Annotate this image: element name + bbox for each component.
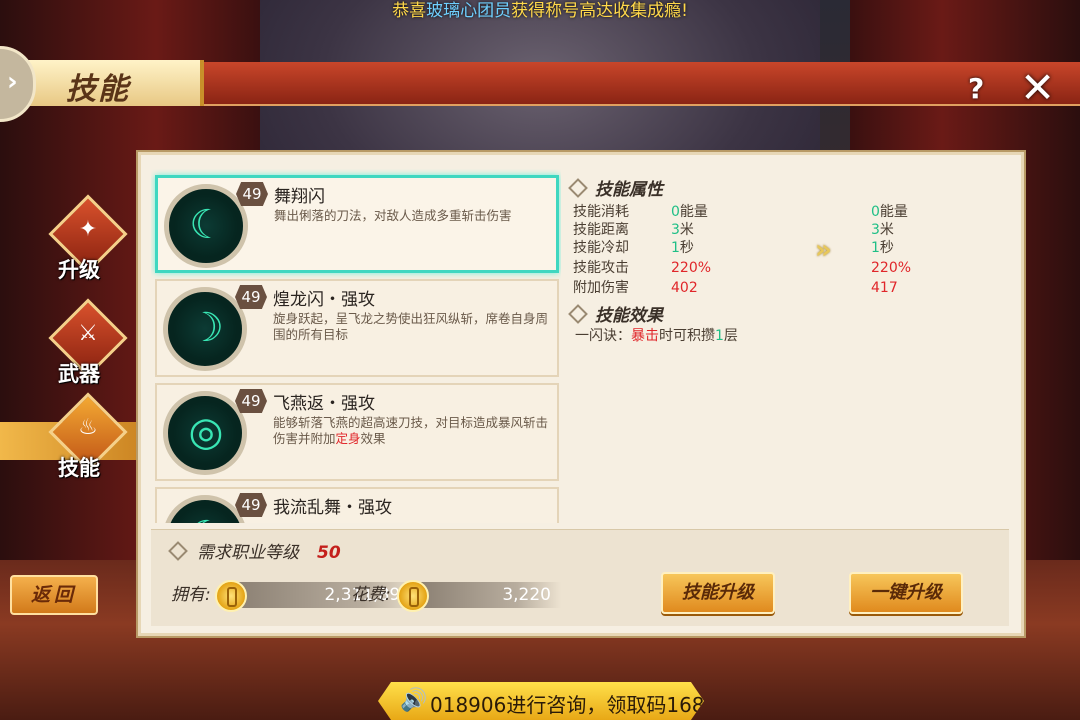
sidebar-item-label: 技能 — [58, 456, 100, 480]
sidebar-item-skill[interactable]: ♨ 技能 — [0, 392, 170, 494]
diamond-icon — [568, 304, 588, 324]
skill-name: 飞燕返・强攻 — [273, 394, 375, 414]
sidebar-item-upgrade[interactable]: ✦ 升级 — [40, 194, 140, 296]
skill-item[interactable]: ☽ 49 煌龙闪・强攻 旋身跃起，呈飞龙之势使出狂风纵斩，席卷自身周围的所有目标 — [155, 279, 559, 377]
skill-level-badge: 49 — [235, 389, 267, 413]
announcement-player-name[interactable]: 玻璃心团员 — [426, 1, 511, 21]
sidebar-item-weapon[interactable]: ⚔ 武器 — [40, 298, 140, 400]
sidebar-item-label: 武器 — [58, 362, 100, 386]
upgrade-arrow-icon: » — [815, 235, 832, 265]
skill-level-badge: 49 — [235, 285, 267, 309]
skill-desc: 能够斩落飞燕的超高速刀技，对目标造成暴风斩击伤害并附加定身效果 — [273, 415, 549, 446]
skill-name: 我流乱舞・强攻 — [273, 498, 392, 518]
diamond-icon — [568, 178, 588, 198]
upgrade-all-button[interactable]: 一键升级 — [849, 572, 963, 614]
attr-section-title: 技能属性 — [568, 175, 663, 200]
gold-coin-icon — [397, 580, 429, 612]
page-title: 技能 — [66, 72, 130, 107]
owned-currency: 拥有: — [171, 585, 211, 605]
sidebar-item-label: 升级 — [58, 258, 100, 282]
skill-level-badge: 49 — [235, 493, 267, 517]
return-button[interactable]: 返回 — [10, 575, 98, 615]
close-button[interactable]: ✕ — [1020, 66, 1064, 110]
owned-amount: 2,311,896 — [231, 582, 421, 608]
skill-crescent-icon: ☽ — [163, 287, 247, 371]
skill-upgrade-button[interactable]: 技能升级 — [661, 572, 775, 614]
skill-panel: ☾ 49 舞翔闪 舞出俐落的刀法，对敌人造成多重斩击伤害 ☽ 49 煌龙闪・强攻… — [138, 152, 1024, 636]
skill-sword-icon: ☾ — [164, 184, 248, 268]
skill-desc: 旋身跃起，呈飞龙之势使出狂风纵斩，席卷自身周围的所有目标 — [273, 311, 549, 342]
skill-effect-text: 一闪诀：暴击时可积攒1层 — [575, 328, 738, 344]
skill-name: 煌龙闪・强攻 — [273, 290, 375, 310]
skill-whirlwind-icon: ◎ — [163, 391, 247, 475]
help-button[interactable]: ? — [968, 72, 996, 105]
effect-section-title: 技能效果 — [568, 301, 663, 326]
cost-amount: 3,220 — [415, 582, 561, 608]
skill-slash-icon: ☾ — [163, 495, 247, 523]
skill-item[interactable]: ◎ 49 飞燕返・强攻 能够斩落飞燕的超高速刀技，对目标造成暴风斩击伤害并附加定… — [155, 383, 559, 481]
upgrade-footer: 需求职业等级 50 拥有: 2,311,896 花费: 3,220 技能升级 一键… — [151, 529, 1009, 626]
notice-text: 018906进行咨询，领取码168 — [430, 693, 705, 717]
skill-list[interactable]: ☾ 49 舞翔闪 舞出俐落的刀法，对敌人造成多重斩击伤害 ☽ 49 煌龙闪・强攻… — [151, 169, 561, 523]
gold-coin-icon — [215, 580, 247, 612]
skill-level-badge: 49 — [236, 182, 268, 206]
skill-name: 舞翔闪 — [274, 187, 325, 207]
chevron-right-icon: › — [7, 67, 18, 97]
required-level: 需求职业等级 50 — [168, 538, 341, 563]
cost-currency: 花费: — [351, 585, 391, 605]
speaker-icon: 🔊 — [400, 688, 428, 713]
skill-item[interactable]: ☾ 49 我流乱舞・强攻 — [155, 487, 559, 523]
notice-banner[interactable]: 🔊 018906进行咨询，领取码168 — [378, 682, 704, 720]
skill-item[interactable]: ☾ 49 舞翔闪 舞出俐落的刀法，对敌人造成多重斩击伤害 — [155, 175, 559, 273]
skill-desc: 舞出俐落的刀法，对敌人造成多重斩击伤害 — [274, 208, 512, 223]
diamond-icon — [168, 541, 188, 561]
system-announcement: 恭喜玻璃心团员获得称号高达收集成瘾! — [392, 1, 688, 21]
